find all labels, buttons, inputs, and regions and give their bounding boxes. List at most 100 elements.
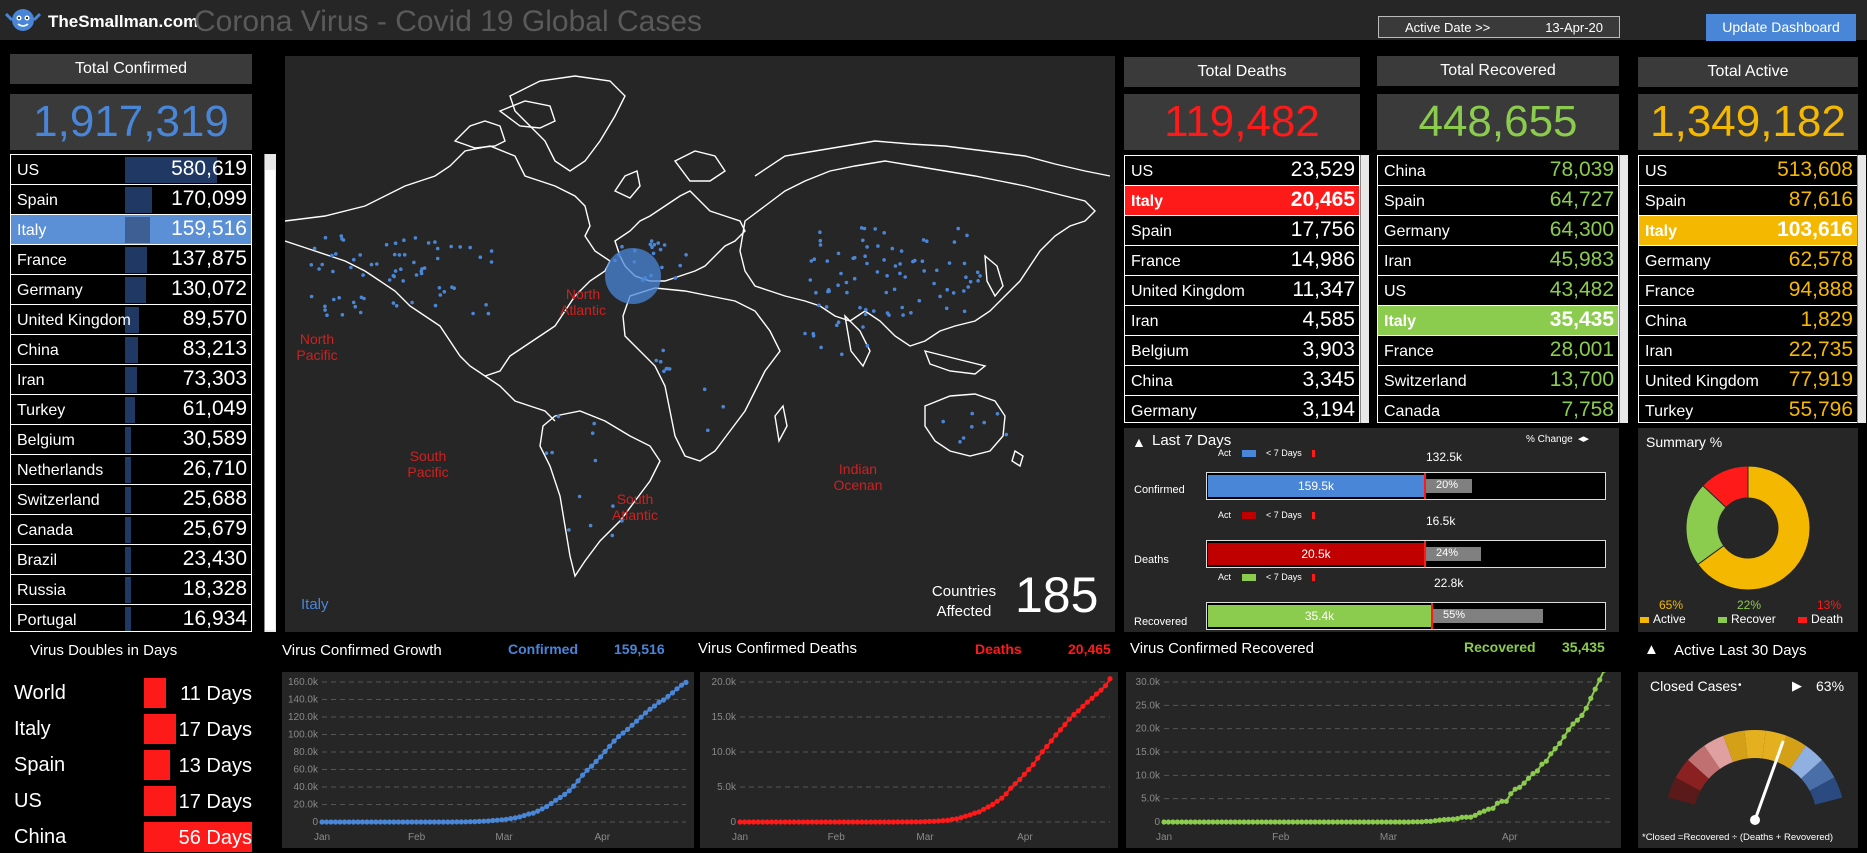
- summary-legend-label: Recover: [1731, 612, 1776, 626]
- confirmed-country-name: Canada: [17, 522, 74, 539]
- deaths-row-belgium[interactable]: Belgium 3,903: [1125, 336, 1359, 366]
- deaths-row-germany[interactable]: Germany 3,194: [1125, 396, 1359, 422]
- recovered-row-china[interactable]: China 78,039: [1378, 156, 1618, 186]
- summary-legend-label: Active: [1653, 612, 1686, 626]
- series-point: [881, 819, 887, 825]
- update-dashboard-button[interactable]: Update Dashboard: [1706, 14, 1856, 41]
- confirmed-row-china[interactable]: China 83,213: [11, 335, 251, 365]
- case-dot: [684, 253, 688, 257]
- confirmed-row-united-kingdom[interactable]: United Kingdom 89,570: [11, 305, 251, 335]
- selected-country-bubble[interactable]: [605, 248, 661, 304]
- case-dot: [387, 278, 392, 282]
- active-row-france[interactable]: France 94,888: [1639, 276, 1857, 306]
- recovered-row-iran[interactable]: Iran 45,983: [1378, 246, 1618, 276]
- case-dot: [865, 343, 870, 348]
- active-row-china[interactable]: China 1,829: [1639, 306, 1857, 336]
- active-scrollbar[interactable]: [1857, 155, 1866, 423]
- confirmed-row-canada[interactable]: Canada 25,679: [11, 515, 251, 545]
- active-country-value: 62,578: [1788, 248, 1853, 271]
- series-point: [967, 812, 973, 818]
- last7-act-value: 35.4k: [1304, 609, 1335, 623]
- recovered-row-switzerland[interactable]: Switzerland 13,700: [1378, 366, 1618, 396]
- series-point: [1574, 717, 1580, 723]
- series-point: [400, 819, 406, 825]
- case-dot: [410, 300, 414, 305]
- case-dot: [873, 227, 877, 231]
- confirmed-scroll-thumb[interactable]: [265, 170, 275, 630]
- series-point: [1397, 819, 1403, 825]
- series-point: [503, 816, 509, 822]
- last7-legend-act-swatch: [1242, 450, 1256, 457]
- series-point: [377, 819, 383, 825]
- series-point: [1517, 784, 1523, 790]
- x-tick-label: Mar: [1380, 832, 1398, 843]
- recovered-country-value: 35,435: [1549, 308, 1614, 331]
- deaths-row-us[interactable]: US 23,529: [1125, 156, 1359, 186]
- series-point: [616, 733, 622, 740]
- case-dot: [803, 331, 807, 336]
- world-map[interactable]: North Pacific North Atlantic South Pacif…: [284, 56, 1115, 632]
- confirmed-row-portugal[interactable]: Portugal 16,934: [11, 605, 251, 631]
- active-row-iran[interactable]: Iran 22,735: [1639, 336, 1857, 366]
- series-point: [940, 818, 946, 824]
- active30-triangle-icon[interactable]: ▲: [1644, 641, 1659, 658]
- confirmed-row-us[interactable]: US 580,619: [11, 155, 251, 185]
- confirmed-country-value: 159,516: [171, 217, 247, 240]
- confirmed-row-belgium[interactable]: Belgium 30,589: [11, 425, 251, 455]
- summary-legend-label-wrap: Recover: [1718, 612, 1780, 626]
- recovered-row-france[interactable]: France 28,001: [1378, 336, 1618, 366]
- confirmed-row-turkey[interactable]: Turkey 61,049: [11, 395, 251, 425]
- confirmed-country-name: Switzerland: [17, 492, 100, 509]
- deaths-row-china[interactable]: China 3,345: [1125, 366, 1359, 396]
- deaths-scrollbar[interactable]: [1360, 155, 1369, 423]
- confirmed-row-germany[interactable]: Germany 130,072: [11, 275, 251, 305]
- case-dot: [995, 412, 1000, 416]
- series-point: [1174, 819, 1180, 825]
- deaths-row-spain[interactable]: Spain 17,756: [1125, 216, 1359, 246]
- active-country-value: 55,796: [1788, 398, 1853, 421]
- recovered-country-value: 45,983: [1549, 248, 1614, 271]
- deaths-row-united-kingdom[interactable]: United Kingdom 11,347: [1125, 276, 1359, 306]
- growth-chart-1[interactable]: 0 20.0k 40.0k 60.0k 80.0k 100.0k 120.0k 140.0k 1…: [282, 672, 694, 848]
- recovered-row-canada[interactable]: Canada 7,758: [1378, 396, 1618, 422]
- doubles-panel: Virus Doubles in Days World 11 Days Italy 1…: [10, 636, 252, 853]
- deaths-row-france[interactable]: France 14,986: [1125, 246, 1359, 276]
- last7-legend-act: Act: [1218, 572, 1232, 582]
- recovered-row-germany[interactable]: Germany 64,300: [1378, 216, 1618, 246]
- deaths-row-iran[interactable]: Iran 4,585: [1125, 306, 1359, 336]
- active-row-us[interactable]: US 513,608: [1639, 156, 1857, 186]
- confirmed-row-spain[interactable]: Spain 170,099: [11, 185, 251, 215]
- series-point: [413, 819, 419, 825]
- deaths-row-italy[interactable]: Italy 20,465: [1125, 186, 1359, 216]
- map-label-north-atlantic: North Atlantic: [560, 286, 606, 318]
- case-dot: [863, 312, 868, 317]
- summary-legend-label: Death: [1811, 612, 1844, 626]
- confirmed-row-russia[interactable]: Russia 18,328: [11, 575, 251, 605]
- confirmed-row-switzerland[interactable]: Switzerland 25,688: [11, 485, 251, 515]
- series-point: [1579, 712, 1585, 718]
- active-row-spain[interactable]: Spain 87,616: [1639, 186, 1857, 216]
- recovered-row-us[interactable]: US 43,482: [1378, 276, 1618, 306]
- growth-chart-3[interactable]: 0 5.0k 10.0k 15.0k 20.0k 25.0k 30.0k Jan Feb Mar A…: [1126, 654, 1621, 848]
- growth-chart-2[interactable]: 0 5.0k 10.0k 15.0k 20.0k Jan Feb Mar Apr: [700, 672, 1118, 848]
- confirmed-row-italy[interactable]: Italy 159,516: [11, 215, 251, 245]
- series-point: [1339, 819, 1345, 825]
- series-point: [660, 697, 667, 703]
- recovered-scrollbar[interactable]: [1619, 155, 1628, 423]
- active-row-germany[interactable]: Germany 62,578: [1639, 246, 1857, 276]
- confirmed-row-brazil[interactable]: Brazil 23,430: [11, 545, 251, 575]
- active-row-italy[interactable]: Italy 103,616: [1639, 216, 1857, 246]
- confirmed-row-france[interactable]: France 137,875: [11, 245, 251, 275]
- confirmed-row-iran[interactable]: Iran 73,303: [11, 365, 251, 395]
- series-point: [1454, 816, 1460, 822]
- recovered-row-italy[interactable]: Italy 35,435: [1378, 306, 1618, 336]
- case-dot: [900, 305, 904, 310]
- active-row-united-kingdom[interactable]: United Kingdom 77,919: [1639, 366, 1857, 396]
- recovered-row-spain[interactable]: Spain 64,727: [1378, 186, 1618, 216]
- series-point: [404, 819, 410, 825]
- series-point: [1250, 819, 1256, 825]
- active-row-turkey[interactable]: Turkey 55,796: [1639, 396, 1857, 422]
- series-point: [782, 819, 788, 825]
- active-date-value[interactable]: 13-Apr-20: [1545, 20, 1603, 35]
- confirmed-row-netherlands[interactable]: Netherlands 26,710: [11, 455, 251, 485]
